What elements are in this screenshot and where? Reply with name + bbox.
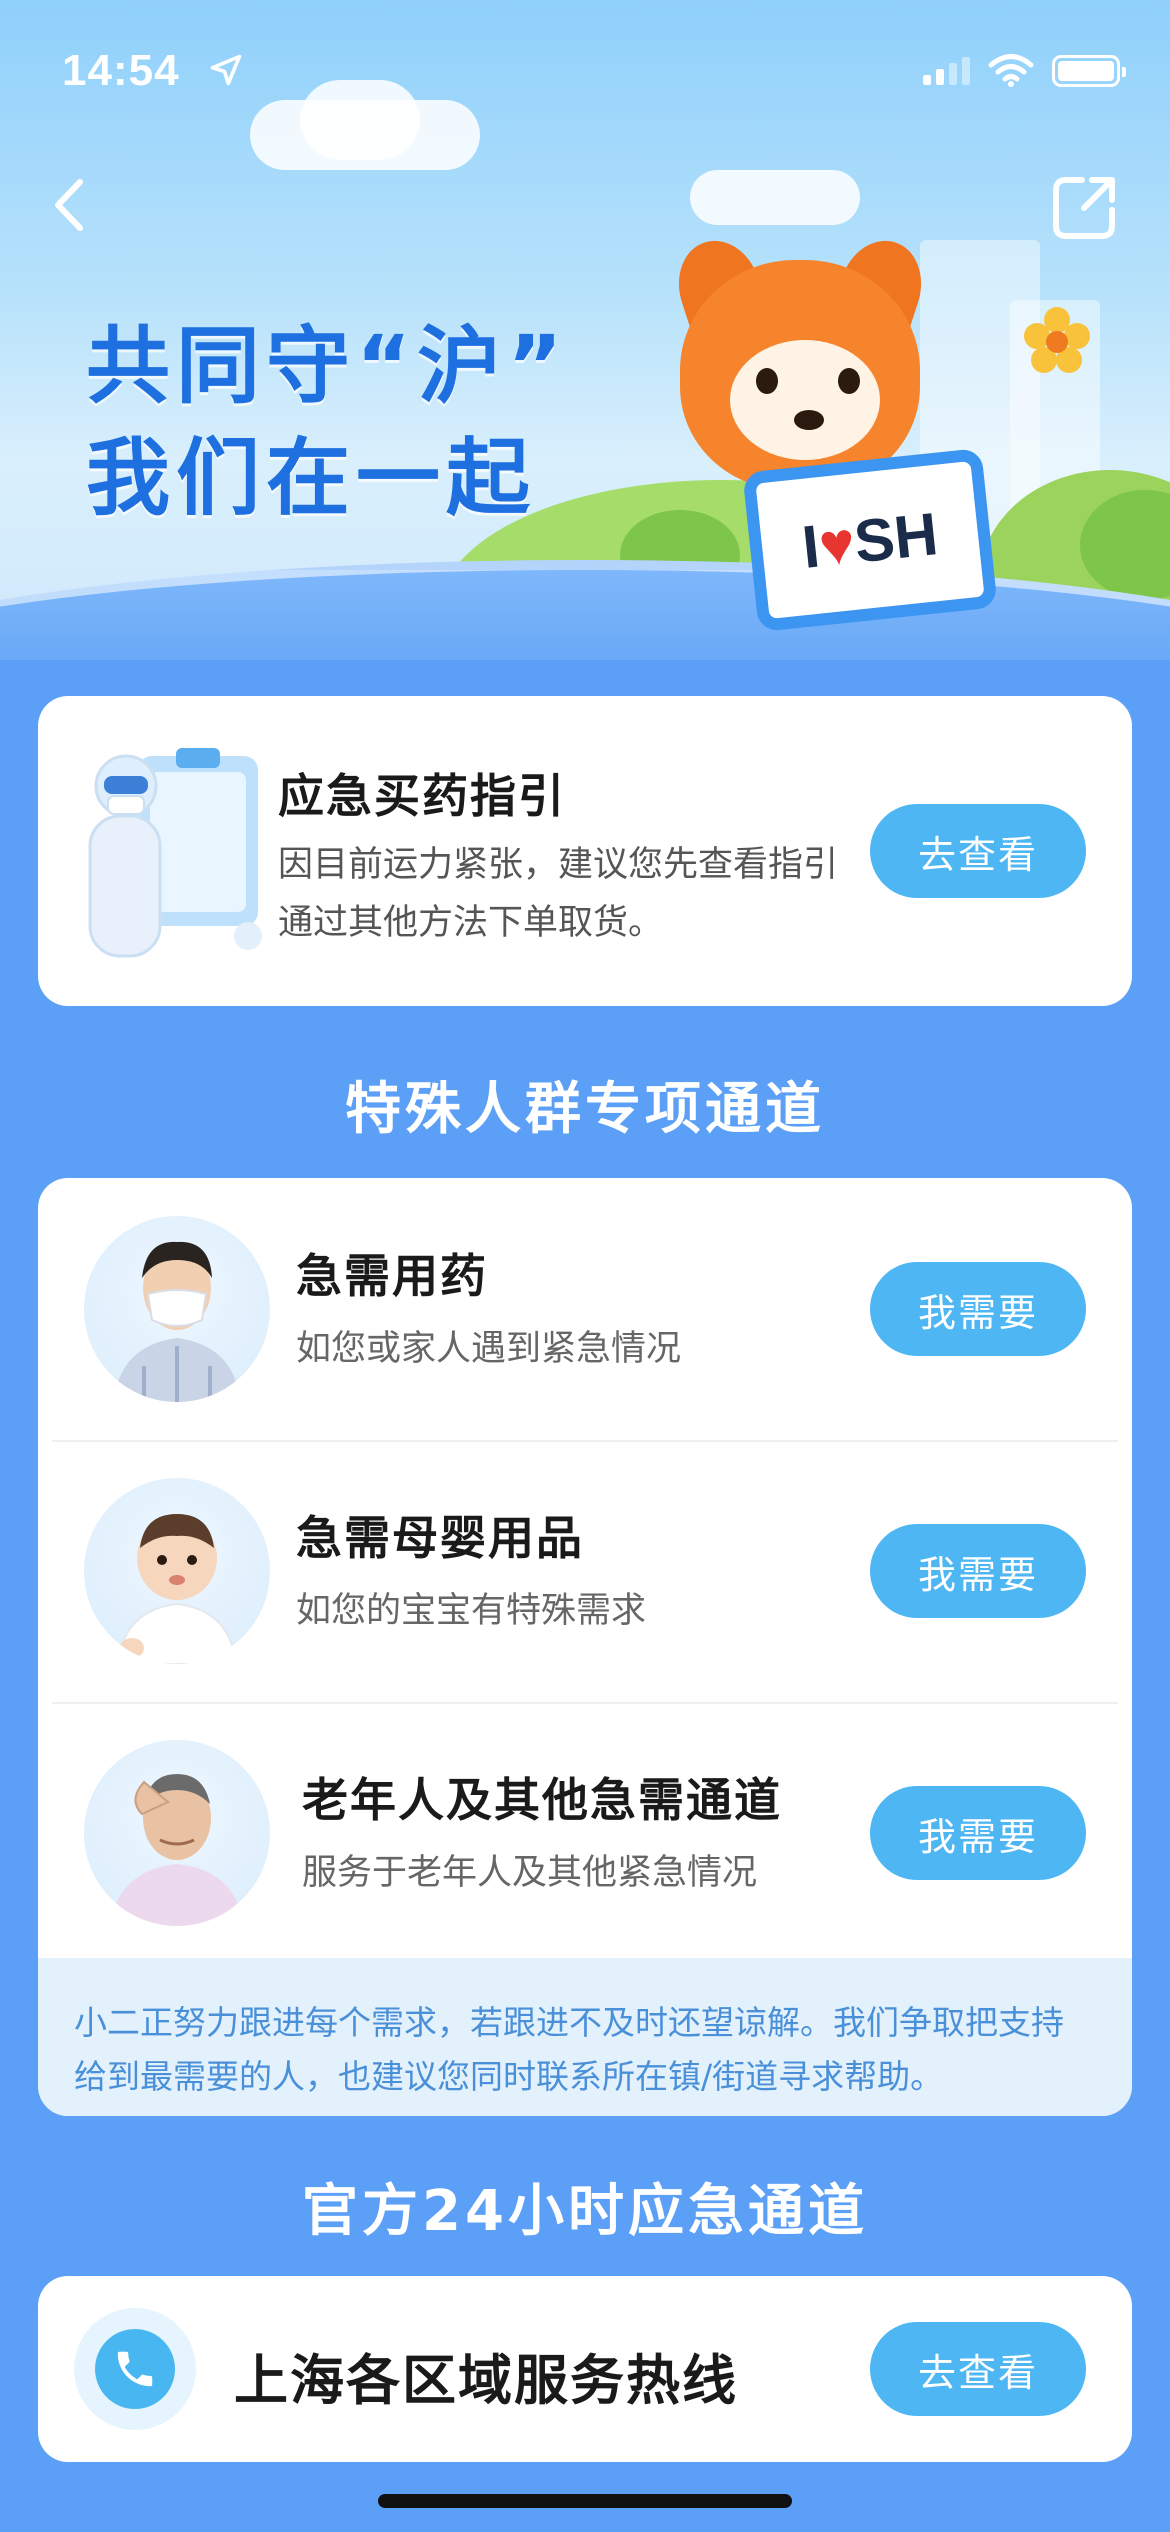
- item-subtitle: 服务于老年人及其他紧急情况: [302, 1853, 758, 1893]
- baby-illustration: [116, 1514, 238, 1664]
- location-arrow-icon: [210, 54, 242, 86]
- list-item-urgent-medicine: 急需用药 如您或家人遇到紧急情况 我需要: [38, 1178, 1132, 1440]
- status-time: 14:54: [62, 46, 180, 95]
- slogan-line-1: 共同守“沪”: [86, 317, 569, 415]
- avatar-masked-man: [84, 1216, 270, 1402]
- sign-text-sh: SH: [851, 499, 941, 575]
- wifi-icon: [988, 54, 1034, 87]
- i-love-sh-sign: I ♥ SH: [742, 447, 998, 633]
- back-button[interactable]: [40, 170, 100, 240]
- avatar-baby: [84, 1478, 270, 1664]
- guide-description: 因目前运力紧张，建议您先查看指引通过其他方法下单取货。: [278, 845, 839, 943]
- cloud-decoration: [690, 170, 860, 225]
- battery-icon: [1052, 55, 1126, 87]
- mascot-face: [730, 340, 880, 460]
- mascot-nose: [794, 410, 824, 430]
- share-button[interactable]: [1048, 170, 1122, 244]
- home-indicator[interactable]: [378, 2494, 792, 2508]
- shiba-mascot: I ♥ SH: [660, 230, 1010, 633]
- item-name: 老年人及其他急需通道: [302, 1773, 782, 1827]
- cellular-signal-icon: [923, 57, 970, 85]
- purchase-guide-card: 应急买药指引 因目前运力紧张，建议您先查看指引通过其他方法下单取货。 去查看: [38, 696, 1132, 1006]
- view-guide-button[interactable]: 去查看: [870, 804, 1086, 898]
- item-name: 急需用药: [296, 1249, 488, 1303]
- guide-title: 应急买药指引: [278, 769, 566, 823]
- item-subtitle: 如您或家人遇到紧急情况: [296, 1329, 682, 1369]
- i-need-button[interactable]: 我需要: [870, 1786, 1086, 1880]
- item-subtitle: 如您的宝宝有特殊需求: [296, 1591, 647, 1631]
- item-name: 急需母婴用品: [296, 1511, 584, 1565]
- notice-text: 小二正努力跟进每个需求，若跟进不及时还望谅解。我们争取把支持给到最需要的人，也建…: [38, 1958, 1132, 2116]
- hotline-card: 上海各区域服务热线 去查看: [38, 2276, 1132, 2462]
- medic-clipboard-illustration: [88, 748, 262, 958]
- list-item-maternal-baby: 急需母婴用品 如您的宝宝有特殊需求 我需要: [38, 1440, 1132, 1702]
- person-illustration: [114, 1241, 240, 1402]
- i-need-button[interactable]: 我需要: [870, 1524, 1086, 1618]
- phone-icon: [74, 2308, 196, 2430]
- status-bar: 14:54: [0, 0, 1170, 140]
- mascot-eye: [838, 368, 860, 394]
- slogan-line-2: 我们在一起: [86, 429, 537, 527]
- i-need-button[interactable]: 我需要: [870, 1262, 1086, 1356]
- special-channel-card: 急需用药 如您或家人遇到紧急情况 我需要 急需母婴用品 如您的宝宝有特殊需求 我…: [38, 1178, 1132, 2116]
- hero-slogan: 共同守“沪” 我们在一起: [86, 310, 568, 534]
- hotline-title: 上海各区域服务热线: [234, 2349, 738, 2412]
- elderly-illustration: [110, 1774, 244, 1926]
- list-item-elderly-channel: 老年人及其他急需通道 服务于老年人及其他紧急情况 我需要: [38, 1702, 1132, 1964]
- mascot-eye: [756, 368, 778, 394]
- flower-icon: [1024, 307, 1090, 373]
- avatar-elderly-man: [84, 1740, 270, 1926]
- official-channel-title: 官方24小时应急通道: [302, 2179, 868, 2244]
- view-hotline-button[interactable]: 去查看: [870, 2322, 1086, 2416]
- special-channel-title: 特殊人群专项通道: [345, 1077, 825, 1142]
